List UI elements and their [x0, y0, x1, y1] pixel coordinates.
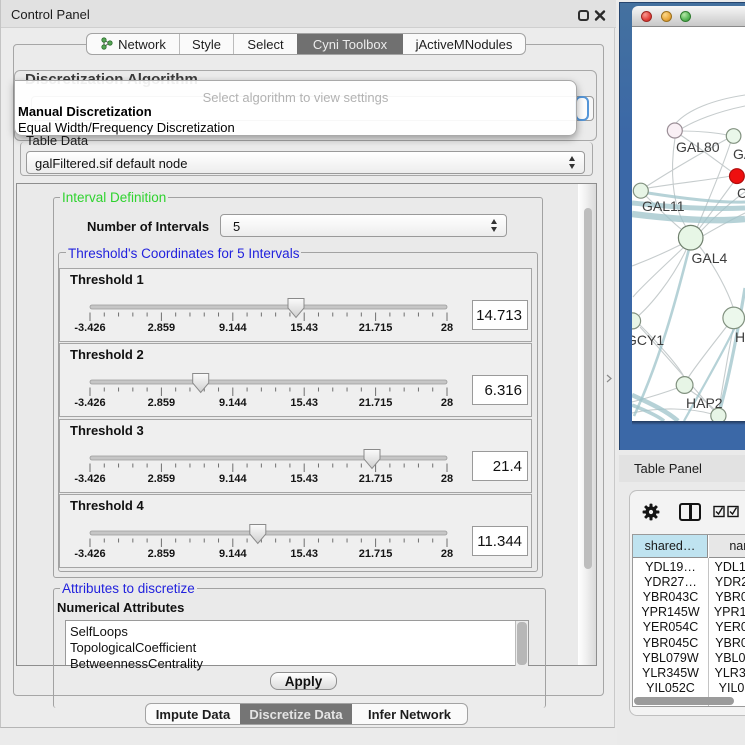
svg-text:GA: GA — [733, 146, 745, 162]
svg-text:C: C — [737, 185, 745, 201]
svg-text:HI: HI — [735, 329, 745, 345]
svg-text:GAL11: GAL11 — [642, 198, 685, 214]
svg-text:GAL4: GAL4 — [692, 250, 728, 266]
svg-text:GAL80: GAL80 — [676, 139, 720, 155]
svg-text:HAP2: HAP2 — [686, 395, 723, 411]
svg-text:GCY1: GCY1 — [632, 332, 664, 348]
